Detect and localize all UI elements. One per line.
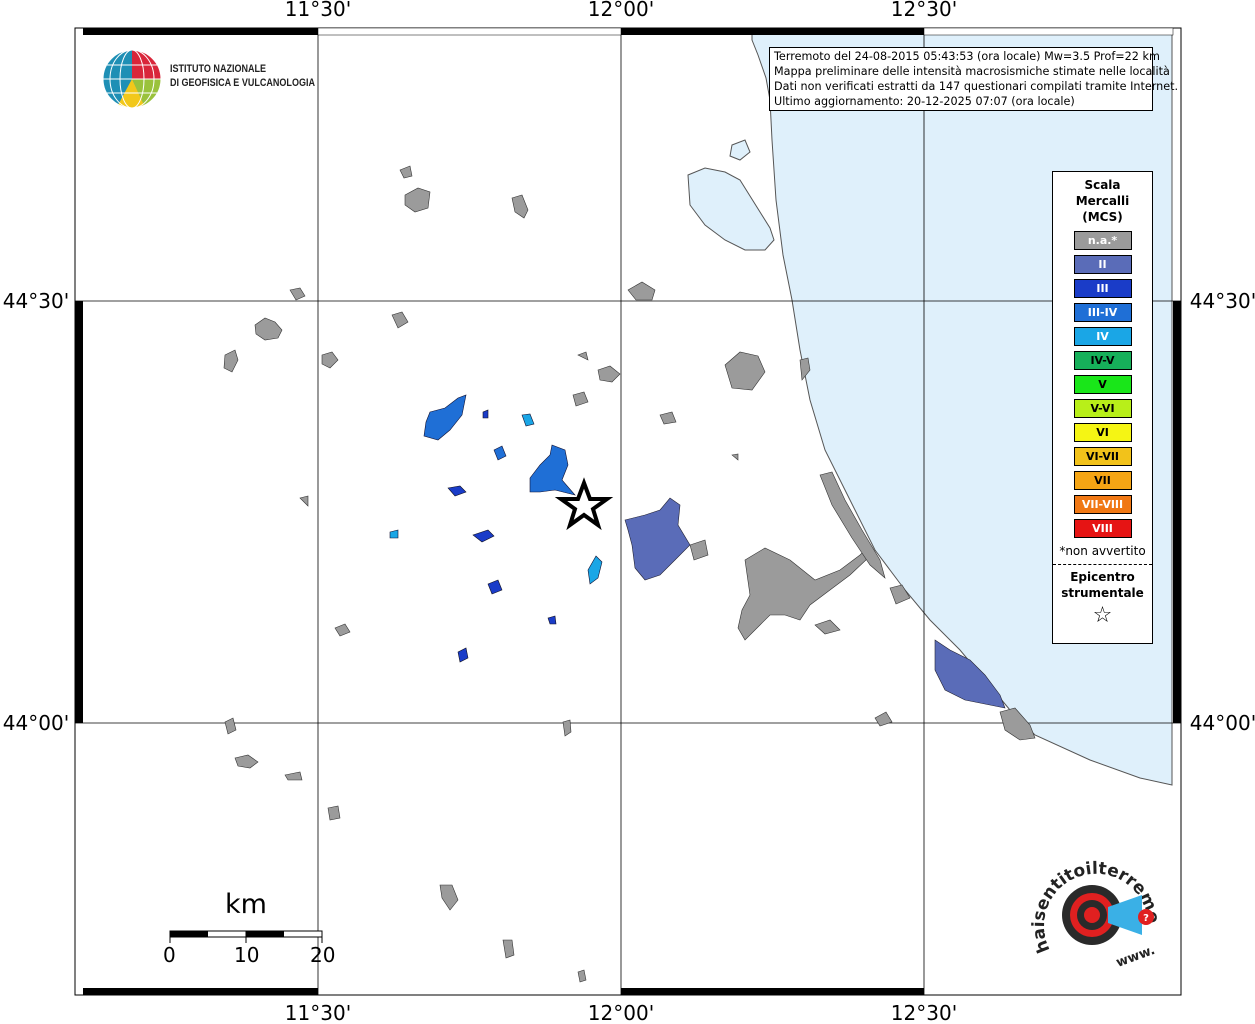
lat-label-right-1: 44°30' bbox=[1190, 289, 1255, 313]
scale-bar-label: 0 bbox=[163, 943, 176, 967]
legend-swatch: VI-VII bbox=[1073, 447, 1132, 466]
localities-intensity-III-IV bbox=[423, 394, 576, 496]
legend-swatch: VII bbox=[1073, 471, 1132, 490]
legend-separator bbox=[1053, 564, 1152, 565]
lon-label-bottom-1: 11°30' bbox=[285, 1001, 351, 1024]
legend-title: Scala Mercalli (MCS) bbox=[1053, 177, 1152, 225]
epicenter-label-line: Epicentro bbox=[1070, 570, 1135, 584]
lat-label-left-2: 44°00' bbox=[3, 711, 69, 735]
haisentito-logo-www: www. bbox=[1114, 943, 1157, 971]
svg-text:?: ? bbox=[1143, 913, 1149, 924]
lon-label-top-1: 11°30' bbox=[285, 0, 351, 21]
ingv-logo-line: DI GEOFISICA E VULCANOLOGIA bbox=[170, 77, 315, 89]
ingv-globe-icon bbox=[102, 49, 162, 109]
lagoon bbox=[687, 167, 775, 251]
legend-swatch: IV bbox=[1073, 327, 1132, 346]
epicenter-label-line: strumentale bbox=[1061, 586, 1144, 600]
scale-bar-label: 10 bbox=[234, 943, 260, 967]
event-info-line: Dati non verificati estratti da 147 ques… bbox=[774, 80, 1179, 93]
legend-swatch: V-VI bbox=[1073, 399, 1132, 418]
mcs-legend: Scala Mercalli (MCS) n.a.* II III III-IV… bbox=[1052, 171, 1153, 644]
lon-label-bottom-2: 12°00' bbox=[588, 1001, 654, 1024]
legend-swatch: V bbox=[1073, 375, 1132, 394]
legend-swatch: II bbox=[1073, 255, 1132, 274]
epicenter-legend-icon: ☆ bbox=[1092, 603, 1113, 628]
lat-label-right-2: 44°00' bbox=[1190, 711, 1255, 735]
legend-swatch: VII-VIII bbox=[1073, 495, 1132, 514]
lon-label-bottom-3: 12°30' bbox=[891, 1001, 957, 1024]
haisentito-logo-icon[interactable]: haisentitoilterremoto.it ? www. bbox=[1030, 855, 1170, 985]
legend-title-line: (MCS) bbox=[1082, 210, 1123, 224]
scale-bar-label: 20 bbox=[310, 943, 336, 967]
legend-swatch: III-IV bbox=[1073, 303, 1132, 322]
lat-label-left-1: 44°30' bbox=[3, 289, 69, 313]
epicenter-label: Epicentro strumentale bbox=[1053, 569, 1152, 601]
scale-bar-unit: km bbox=[225, 889, 267, 920]
scale-bar: km 0 10 20 bbox=[150, 885, 350, 975]
legend-swatch: n.a.* bbox=[1073, 231, 1132, 250]
legend-swatch: IV-V bbox=[1073, 351, 1132, 370]
lagoon bbox=[729, 139, 751, 161]
ingv-logo-text: ISTITUTO NAZIONALE DI GEOFISICA E VULCAN… bbox=[170, 62, 315, 90]
legend-title-line: Scala bbox=[1084, 178, 1121, 192]
lon-label-top-2: 12°00' bbox=[588, 0, 654, 21]
legend-swatch: III bbox=[1073, 279, 1132, 298]
event-info-line: Mappa preliminare delle intensità macros… bbox=[774, 65, 1170, 78]
event-info-line: Terremoto del 24-08-2015 05:43:53 (ora l… bbox=[774, 50, 1160, 63]
event-info-box: Terremoto del 24-08-2015 05:43:53 (ora l… bbox=[769, 47, 1179, 111]
legend-swatch: VIII bbox=[1073, 519, 1132, 538]
legend-title-line: Mercalli bbox=[1075, 194, 1130, 208]
lon-label-top-3: 12°30' bbox=[891, 0, 957, 21]
legend-swatch: VI bbox=[1073, 423, 1132, 442]
legend-note: *non avvertito bbox=[1059, 544, 1146, 558]
event-info-line: Ultimo aggiornamento: 20-12-2025 07:07 (… bbox=[774, 95, 1075, 108]
ingv-logo-line: ISTITUTO NAZIONALE bbox=[170, 63, 267, 75]
